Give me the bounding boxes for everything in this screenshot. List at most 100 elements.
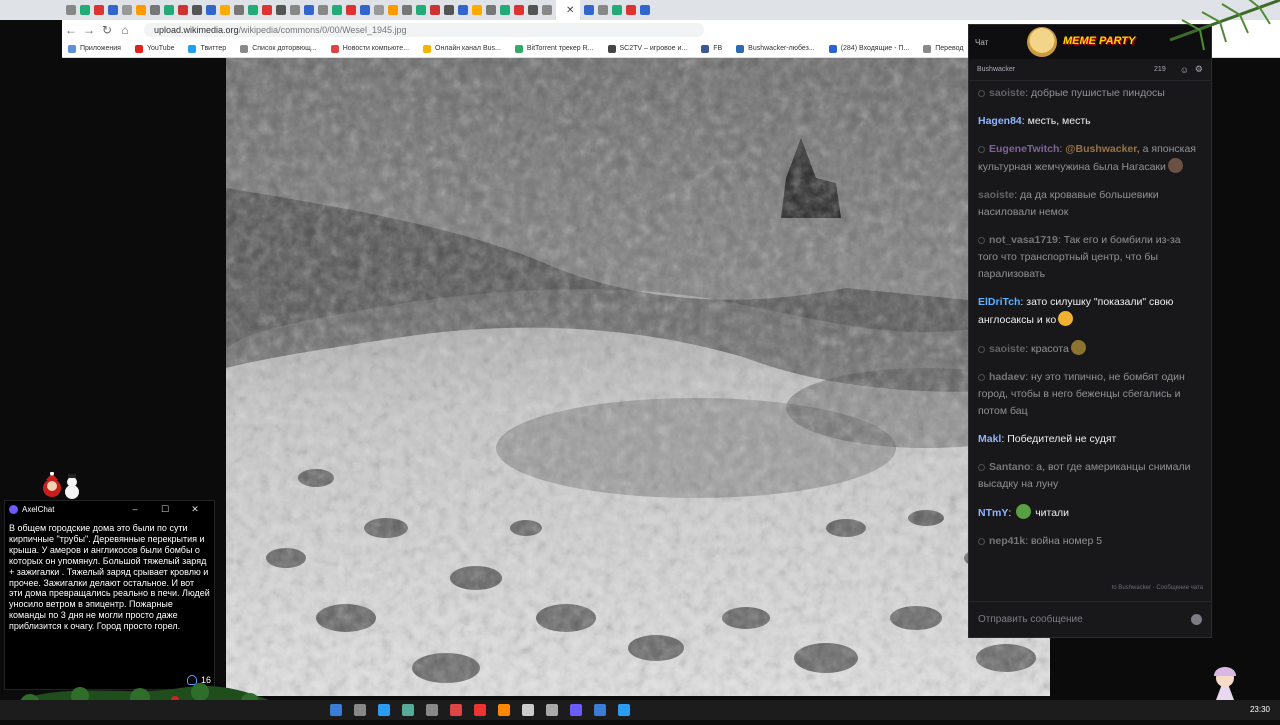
browser-tab-favicon[interactable]	[458, 5, 468, 15]
browser-tab-favicon[interactable]	[542, 5, 552, 15]
taskbar-app-icon[interactable]	[594, 704, 606, 716]
browser-tab-favicon[interactable]	[402, 5, 412, 15]
axelchat-title: AxelChat	[22, 504, 55, 514]
bookmark-item[interactable]: FB	[701, 44, 722, 53]
taskbar-app-icon[interactable]	[570, 704, 582, 716]
tab-close-icon[interactable]: ✕	[566, 5, 574, 16]
axelchat-logo-icon	[9, 504, 18, 514]
bookmark-item[interactable]: BitTorrent трекер R...	[514, 44, 594, 53]
bookmark-item[interactable]: (284) Входящие - П...	[828, 44, 909, 53]
chat-username[interactable]: Hagen84	[978, 115, 1022, 127]
taskbar-app-icon[interactable]	[378, 704, 390, 716]
chat-username[interactable]: Makl	[978, 433, 1001, 445]
bookmark-icon	[514, 44, 523, 53]
bookmark-icon	[923, 44, 932, 53]
chat-input[interactable]: Отправить сообщение	[969, 601, 1211, 637]
taskbar-app-icon[interactable]	[522, 704, 534, 716]
url-field[interactable]: upload.wikimedia.org/wikipedia/commons/0…	[144, 23, 704, 37]
browser-tab-favicon[interactable]	[150, 5, 160, 15]
browser-tab-favicon[interactable]	[472, 5, 482, 15]
browser-tab-favicon[interactable]	[640, 5, 651, 15]
browser-tab-favicon[interactable]	[332, 5, 342, 15]
maximize-icon[interactable]: ☐	[150, 504, 180, 515]
browser-tab-favicon[interactable]	[318, 5, 328, 15]
taskbar-app-icon[interactable]	[618, 704, 630, 716]
santa-snowman-decoration	[40, 471, 84, 500]
bookmark-item[interactable]: Перевод	[923, 44, 963, 53]
browser-tab-favicon[interactable]	[108, 5, 118, 15]
browser-tab-favicon[interactable]	[262, 5, 272, 15]
chat-username[interactable]: saoiste	[978, 189, 1014, 201]
chat-message: saoiste: красота	[978, 340, 1202, 358]
browser-tab-favicon[interactable]	[178, 5, 188, 15]
home-icon[interactable]: ⌂	[116, 23, 134, 37]
browser-tab-favicon[interactable]	[206, 5, 216, 15]
chat-username[interactable]: NTmY	[978, 507, 1008, 519]
browser-tab-favicon[interactable]	[514, 5, 524, 15]
browser-tab-favicon[interactable]	[598, 5, 609, 15]
browser-tab-favicon[interactable]	[66, 5, 76, 15]
browser-tab-favicon[interactable]	[192, 5, 202, 15]
users-icon[interactable]: ☺	[1180, 65, 1189, 75]
bookmark-item[interactable]: Новости компьюте...	[330, 44, 409, 53]
taskbar-app-icon[interactable]	[474, 704, 486, 716]
bookmark-item[interactable]: Твиттер	[188, 44, 226, 53]
browser-tab-favicon[interactable]	[94, 5, 104, 15]
browser-tab-favicon[interactable]	[164, 5, 174, 15]
browser-tab-favicon[interactable]	[388, 5, 398, 15]
browser-tab-favicon[interactable]	[416, 5, 426, 15]
browser-tab-favicon[interactable]	[80, 5, 90, 15]
browser-tab-favicon[interactable]	[290, 5, 300, 15]
bookmark-item[interactable]: YouTube	[134, 44, 174, 53]
active-tab[interactable]: ✕	[556, 0, 581, 20]
browser-tab-favicon[interactable]	[430, 5, 440, 15]
taskbar-app-icon[interactable]	[330, 704, 342, 716]
forward-icon[interactable]: →	[80, 23, 98, 37]
browser-tab-favicon[interactable]	[500, 5, 510, 15]
taskbar-app-icon[interactable]	[546, 704, 558, 716]
reload-icon[interactable]: ↻	[98, 23, 116, 37]
chat-username[interactable]: hadaev	[989, 371, 1025, 383]
close-icon[interactable]: ✕	[180, 504, 210, 515]
browser-tab-favicon[interactable]	[220, 5, 230, 15]
bookmark-item[interactable]: Список доторвющ...	[240, 44, 317, 53]
chat-username[interactable]: ElDriTch	[978, 296, 1020, 308]
bookmark-item[interactable]: Приложения	[68, 44, 121, 53]
browser-tab-favicon[interactable]	[346, 5, 356, 15]
browser-tab-favicon[interactable]	[486, 5, 496, 15]
taskbar-app-icon[interactable]	[498, 704, 510, 716]
browser-tab-favicon[interactable]	[248, 5, 258, 15]
browser-tab-favicon[interactable]	[276, 5, 286, 15]
browser-tab-favicon[interactable]	[136, 5, 146, 15]
browser-tab-favicon[interactable]	[360, 5, 370, 15]
chat-message: EugeneTwitch: @Bushwacker, а японская ку…	[978, 143, 1196, 173]
browser-tab-favicon[interactable]	[234, 5, 244, 15]
chat-username[interactable]: saoiste	[989, 87, 1025, 99]
browser-tab-favicon[interactable]	[528, 5, 538, 15]
browser-tab-favicon[interactable]	[444, 5, 454, 15]
taskbar-app-icon[interactable]	[426, 704, 438, 716]
chat-username[interactable]: saoiste	[989, 343, 1025, 355]
browser-tab-favicon[interactable]	[584, 5, 595, 15]
minimize-icon[interactable]: –	[120, 504, 150, 514]
bookmark-item[interactable]: Онлайн канал Bus...	[423, 44, 501, 53]
taskbar-app-icon[interactable]	[354, 704, 366, 716]
chat-username[interactable]: nep41k	[989, 535, 1025, 547]
chat-username[interactable]: EugeneTwitch	[989, 143, 1059, 155]
gear-icon[interactable]: ⚙	[1195, 64, 1203, 75]
browser-tab-favicon[interactable]	[612, 5, 623, 15]
taskbar-app-icon[interactable]	[402, 704, 414, 716]
browser-tab-favicon[interactable]	[626, 5, 637, 15]
bookmark-item[interactable]: SC2TV – игровое и...	[607, 44, 687, 53]
browser-tab-favicon[interactable]	[374, 5, 384, 15]
taskbar-app-icon[interactable]	[450, 704, 462, 716]
browser-tab-favicon[interactable]	[304, 5, 314, 15]
back-icon[interactable]: ←	[62, 23, 80, 37]
chat-username[interactable]: Santano	[989, 461, 1030, 473]
chat-username[interactable]: not_vasa1719	[989, 234, 1058, 246]
bookmark-item[interactable]: Bushwacker-любез...	[736, 44, 815, 53]
emote-picker-icon[interactable]	[1191, 614, 1202, 625]
axelchat-message: В общем городские дома это были по сути …	[9, 523, 210, 632]
channel-name[interactable]: Bushwacker	[977, 66, 1154, 73]
browser-tab-favicon[interactable]	[122, 5, 132, 15]
